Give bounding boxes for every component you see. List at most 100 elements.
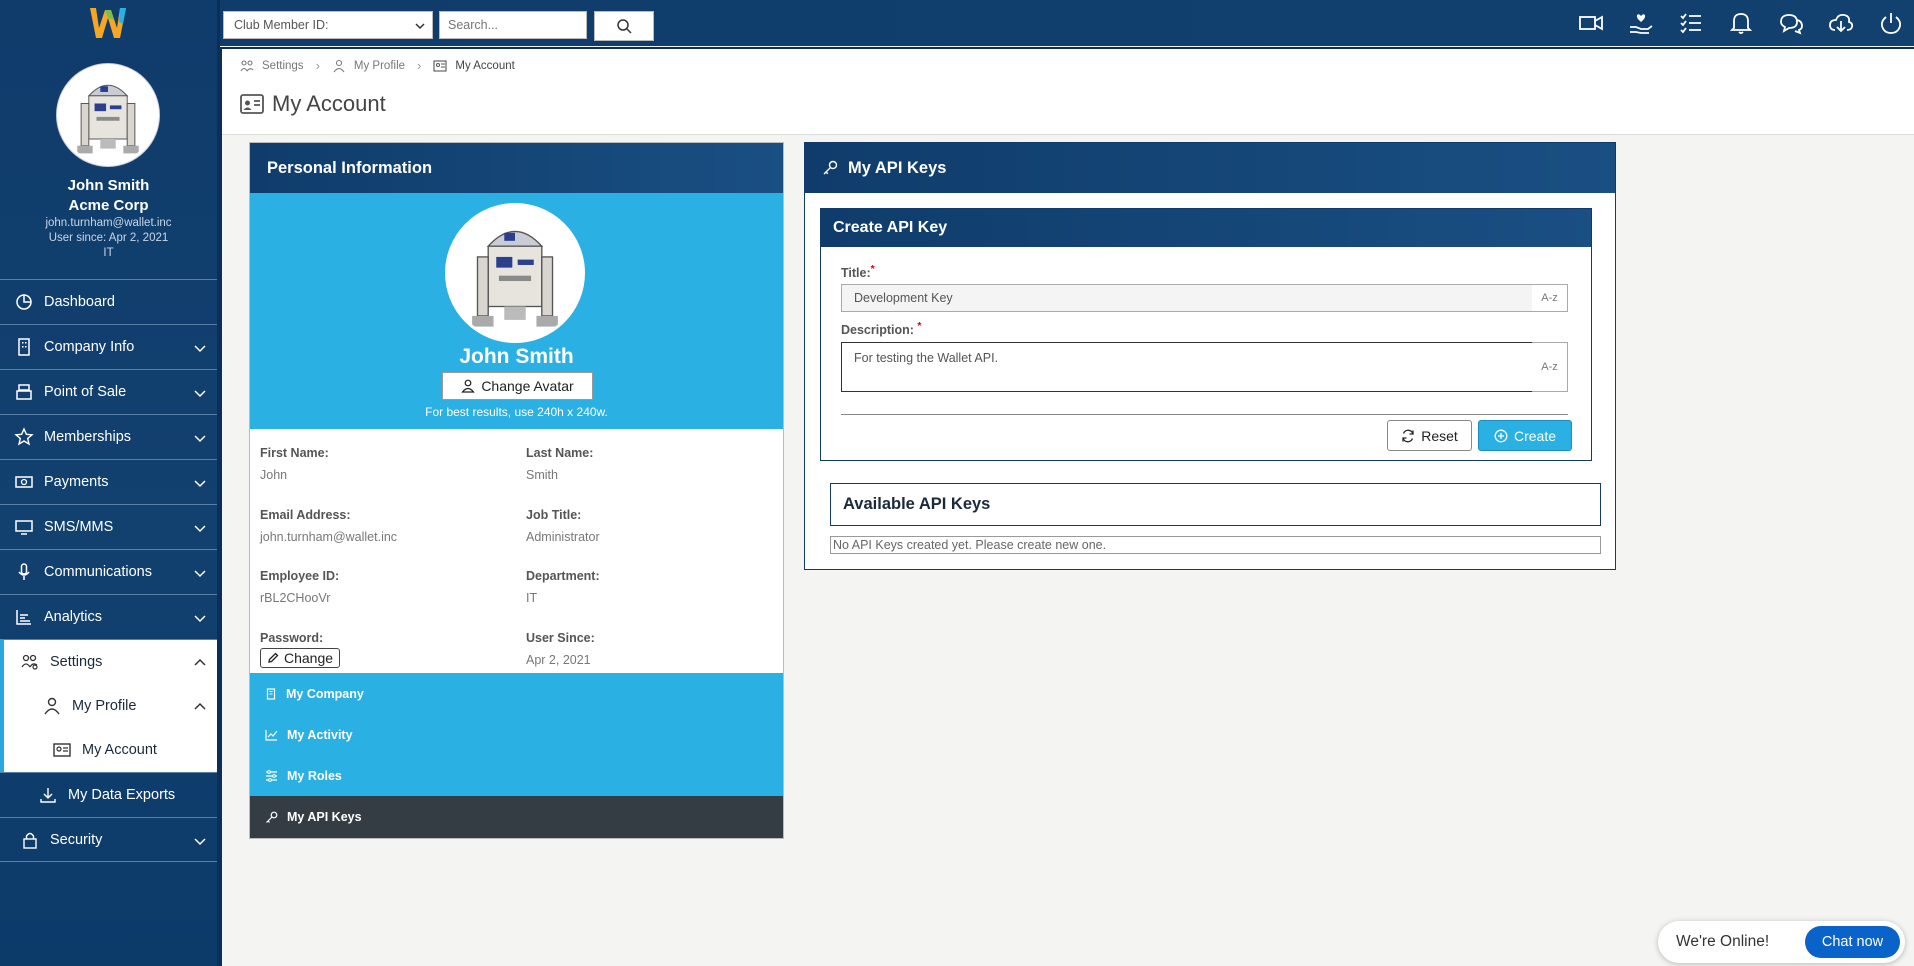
breadcrumb-my-profile[interactable]: My Profile xyxy=(332,59,405,73)
description-label: Description: * xyxy=(841,321,921,337)
email-value: john.turnham@wallet.inc xyxy=(260,530,398,544)
sidebar-item-analytics[interactable]: Analytics xyxy=(0,594,217,639)
change-password-button[interactable]: Change xyxy=(260,648,341,668)
sidebar-item-company-info[interactable]: Company Info xyxy=(0,324,217,369)
change-password-label: Change xyxy=(284,650,334,666)
user-icon xyxy=(461,379,476,393)
sidebar-item-label: SMS/MMS xyxy=(44,519,114,535)
breadcrumb-label: Settings xyxy=(262,59,304,72)
plus-circle-icon xyxy=(1494,429,1508,442)
reset-button[interactable]: Reset xyxy=(1387,420,1472,451)
task-list-icon[interactable] xyxy=(1678,10,1704,36)
sidebar-item-payments[interactable]: Payments xyxy=(0,459,217,504)
profile-links: My Company My Activity My Roles My API K… xyxy=(250,673,783,838)
sidebar-item-sms-mms[interactable]: SMS/MMS xyxy=(0,504,217,549)
lock-icon xyxy=(23,832,37,849)
department-value: IT xyxy=(526,591,538,605)
create-button[interactable]: Create xyxy=(1478,420,1572,451)
sidebar-item-settings[interactable]: Settings xyxy=(0,639,217,684)
change-avatar-label: Change Avatar xyxy=(481,378,574,394)
hand-heart-icon[interactable] xyxy=(1628,10,1654,36)
building-icon xyxy=(266,687,276,700)
user-since-value: Apr 2, 2021 xyxy=(526,653,591,667)
money-icon xyxy=(15,476,33,488)
required-marker: * xyxy=(870,264,875,275)
wallet-logo-icon[interactable] xyxy=(86,4,130,44)
sidebar-user-info: John Smith Acme Corp john.turnham@wallet… xyxy=(0,176,217,261)
profile-link-label: My Roles xyxy=(287,768,342,783)
last-name-label: Last Name: xyxy=(526,446,594,460)
pencil-icon xyxy=(268,652,279,663)
robot-avatar-image xyxy=(448,206,582,340)
video-camera-icon[interactable] xyxy=(1578,10,1604,36)
chat-bubbles-icon[interactable] xyxy=(1778,10,1804,36)
sidebar-item-point-of-sale[interactable]: Point of Sale xyxy=(0,369,217,414)
sidebar-item-dashboard[interactable]: Dashboard xyxy=(0,279,217,324)
reset-button-label: Reset xyxy=(1421,427,1458,444)
description-label-text: Description: xyxy=(841,323,914,338)
change-avatar-button[interactable]: Change Avatar xyxy=(442,372,593,400)
sidebar-user-company: Acme Corp xyxy=(68,197,149,214)
password-label: Password: xyxy=(260,631,324,645)
star-icon xyxy=(14,427,34,446)
profile-link-my-activity[interactable]: My Activity xyxy=(250,714,783,755)
search-button[interactable] xyxy=(594,11,654,41)
microphone-icon xyxy=(18,563,30,580)
profile-link-label: My Company xyxy=(286,686,364,701)
register-icon xyxy=(16,384,32,400)
page-title: My Account xyxy=(240,91,386,117)
title-case-toggle[interactable]: A-z xyxy=(1532,284,1568,312)
job-title-value: Administrator xyxy=(526,530,600,544)
personal-information-panel: Personal Information John Smith Change A… xyxy=(249,142,784,839)
sidebar-item-label: Payments xyxy=(44,474,109,490)
sidebar-item-label: Analytics xyxy=(44,609,103,625)
first-name-label: First Name: xyxy=(260,446,329,460)
sidebar-user-email: john.turnham@wallet.inc xyxy=(45,217,172,229)
api-key-title-input[interactable] xyxy=(841,284,1568,312)
id-card-icon xyxy=(240,94,264,114)
sidebar-item-communications[interactable]: Communications xyxy=(0,549,217,594)
power-icon[interactable] xyxy=(1878,10,1904,36)
profile-link-my-api-keys[interactable]: My API Keys xyxy=(250,796,783,838)
id-card-icon xyxy=(53,743,71,757)
sidebar-menu: Dashboard Company Info Point of Sale Mem… xyxy=(0,279,217,862)
required-marker: * xyxy=(917,321,922,332)
sidebar-item-my-data-exports[interactable]: My Data Exports xyxy=(0,772,217,817)
cloud-download-icon[interactable] xyxy=(1828,10,1854,36)
profile-link-label: My Activity xyxy=(287,727,353,742)
department-label: Department: xyxy=(526,569,600,583)
available-api-keys-empty-message: No API Keys created yet. Please create n… xyxy=(830,536,1601,554)
sidebar-item-security[interactable]: Security xyxy=(0,817,217,862)
sidebar-item-memberships[interactable]: Memberships xyxy=(0,414,217,459)
api-key-description-input[interactable]: For testing the Wallet API. xyxy=(841,342,1533,392)
sidebar-item-label: My Data Exports xyxy=(68,787,176,803)
create-button-label: Create xyxy=(1513,427,1557,444)
employee-id-field: Employee ID: rBL2CHooVr xyxy=(260,569,500,605)
profile-link-my-company[interactable]: My Company xyxy=(250,673,783,714)
title-label: Title:* xyxy=(841,264,875,280)
club-member-select-value: Club Member ID: xyxy=(234,18,329,32)
chevron-down-icon xyxy=(194,390,206,398)
sidebar-user-since: User since: Apr 2, 2021 xyxy=(48,232,169,244)
bell-icon[interactable] xyxy=(1728,10,1754,36)
breadcrumb: Settings › My Profile › My Account xyxy=(240,58,515,73)
club-member-select[interactable]: Club Member ID: xyxy=(223,11,433,39)
sidebar-item-my-profile[interactable]: My Profile xyxy=(4,684,217,728)
profile-link-label: My API Keys xyxy=(287,810,362,824)
chevron-down-icon xyxy=(194,345,206,353)
description-case-toggle[interactable]: A-z xyxy=(1532,342,1568,392)
sidebar-item-label: Settings xyxy=(50,654,103,670)
sidebar-user-department: IT xyxy=(103,247,114,259)
profile-avatar xyxy=(445,203,585,343)
job-title-field: Job Title: Administrator xyxy=(526,508,766,544)
sidebar-avatar[interactable] xyxy=(57,64,159,166)
chat-now-button[interactable]: Chat now xyxy=(1805,926,1900,958)
page-header: Settings › My Profile › My Account My Ac… xyxy=(222,49,1914,135)
sidebar-item-my-account[interactable]: My Account xyxy=(4,728,217,772)
building-icon xyxy=(18,338,30,356)
search-input[interactable] xyxy=(439,11,587,39)
breadcrumb-settings[interactable]: Settings xyxy=(240,59,304,73)
sidebar-item-label: Point of Sale xyxy=(44,384,127,400)
profile-link-my-roles[interactable]: My Roles xyxy=(250,755,783,796)
users-gear-icon xyxy=(240,59,254,71)
